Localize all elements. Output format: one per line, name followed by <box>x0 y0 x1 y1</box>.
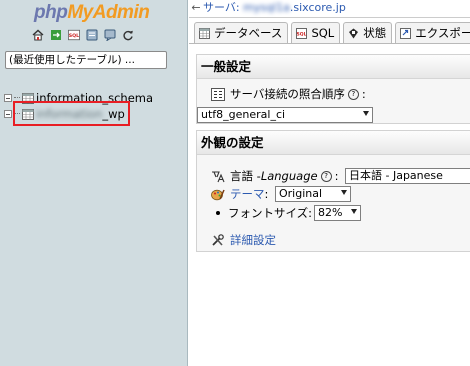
highlight-annotation <box>13 101 130 126</box>
collation-row: サーバ接続の照合順序 ?: <box>211 86 366 102</box>
font-size-value: 82% <box>318 206 343 219</box>
general-settings-title: 一般設定 <box>197 55 470 79</box>
nav-icon-bar: SQL <box>32 29 134 41</box>
language-row: 言語 - Language ?: <box>211 168 338 184</box>
main-tabs: データベース SQL SQL 状態 エクスポー <box>194 22 470 43</box>
svg-text:SQL: SQL <box>297 31 307 37</box>
tab-status[interactable]: 状態 <box>343 22 393 43</box>
collation-value: utf8_general_ci <box>201 108 286 121</box>
tab-label: エクスポー <box>415 26 470 40</box>
phpmyadmin-logo[interactable]: phpMyAdmin <box>34 2 150 24</box>
more-settings-row: 詳細設定 <box>211 232 276 248</box>
back-arrow-icon[interactable]: ← <box>189 0 203 16</box>
home-icon[interactable] <box>32 29 44 41</box>
language-icon <box>212 170 225 182</box>
theme-select[interactable]: Original <box>275 186 351 202</box>
collation-label: サーバ接続の照合順序 <box>230 87 345 101</box>
navigation-panel: phpMyAdmin SQL (最近使用したテーブル) ... informat… <box>0 0 188 366</box>
breadcrumb: ← サーバ: mysql1a.sixcore.jp <box>189 0 470 18</box>
language-select[interactable]: 日本語 - Japanese <box>345 168 470 184</box>
language-value: 日本語 - Japanese <box>349 169 443 182</box>
recent-tables-label: (最近使用したテーブル) ... <box>9 54 135 66</box>
dropdown-arrow-icon <box>363 111 369 116</box>
logo-php-text: php <box>34 2 68 23</box>
theme-link[interactable]: テーマ <box>230 186 265 202</box>
status-icon <box>349 28 359 38</box>
tools-icon <box>212 233 224 246</box>
tab-label: 状態 <box>363 26 387 40</box>
expand-icon[interactable] <box>4 110 12 118</box>
tab-label: データベース <box>214 26 283 40</box>
font-size-select[interactable]: 82% <box>314 205 361 221</box>
exit-icon[interactable] <box>50 29 62 41</box>
theme-value: Original <box>279 187 323 200</box>
tab-databases[interactable]: データベース <box>194 22 289 43</box>
export-icon <box>400 27 412 39</box>
appearance-settings-title: 外観の設定 <box>197 131 470 155</box>
theme-row: テーマ: <box>211 186 268 202</box>
settings-icon[interactable] <box>104 29 116 41</box>
appearance-settings-panel: 外観の設定 言語 - Language ?: 日本語 - Japanese テー… <box>196 130 470 252</box>
collation-select[interactable]: utf8_general_ci <box>197 107 373 123</box>
sql-icon[interactable]: SQL <box>68 29 80 41</box>
more-settings-link[interactable]: 詳細設定 <box>230 232 276 248</box>
docs-icon[interactable] <box>86 29 98 41</box>
help-icon[interactable]: ? <box>347 88 359 100</box>
server-domain[interactable]: .sixcore.jp <box>290 1 346 14</box>
colon: : <box>334 169 339 183</box>
colon: : <box>361 87 366 101</box>
svg-text:SQL: SQL <box>69 33 79 39</box>
collation-icon <box>211 87 225 101</box>
language-label-italic: Language <box>260 169 318 183</box>
tab-label: SQL <box>311 26 335 40</box>
reload-icon[interactable] <box>122 29 134 41</box>
bullet-icon <box>216 211 220 215</box>
server-label: サーバ: <box>203 1 240 14</box>
palette-icon <box>211 189 225 200</box>
font-size-row: フォントサイズ: <box>216 205 312 221</box>
dropdown-arrow-icon <box>341 190 347 195</box>
sql-icon: SQL <box>296 27 308 39</box>
dropdown-arrow-icon <box>351 209 357 214</box>
tree-connector <box>14 97 20 99</box>
font-size-label: フォントサイズ: <box>228 206 313 220</box>
help-icon[interactable]: ? <box>320 170 332 182</box>
recent-tables-select[interactable]: (最近使用したテーブル) ... <box>5 51 167 69</box>
tab-divider <box>189 43 470 44</box>
database-icon <box>199 27 210 39</box>
logo-myadmin-text: MyAdmin <box>67 2 150 23</box>
language-label-prefix: 言語 - <box>230 169 261 183</box>
general-settings-panel: 一般設定 サーバ接続の照合順序 ?: utf8_general_ci <box>196 54 470 124</box>
tab-sql[interactable]: SQL SQL <box>291 22 341 43</box>
expand-icon[interactable] <box>4 94 12 102</box>
tab-export[interactable]: エクスポー <box>395 22 470 43</box>
colon: : <box>264 187 269 201</box>
server-name-redacted[interactable]: mysql1a <box>243 1 290 14</box>
